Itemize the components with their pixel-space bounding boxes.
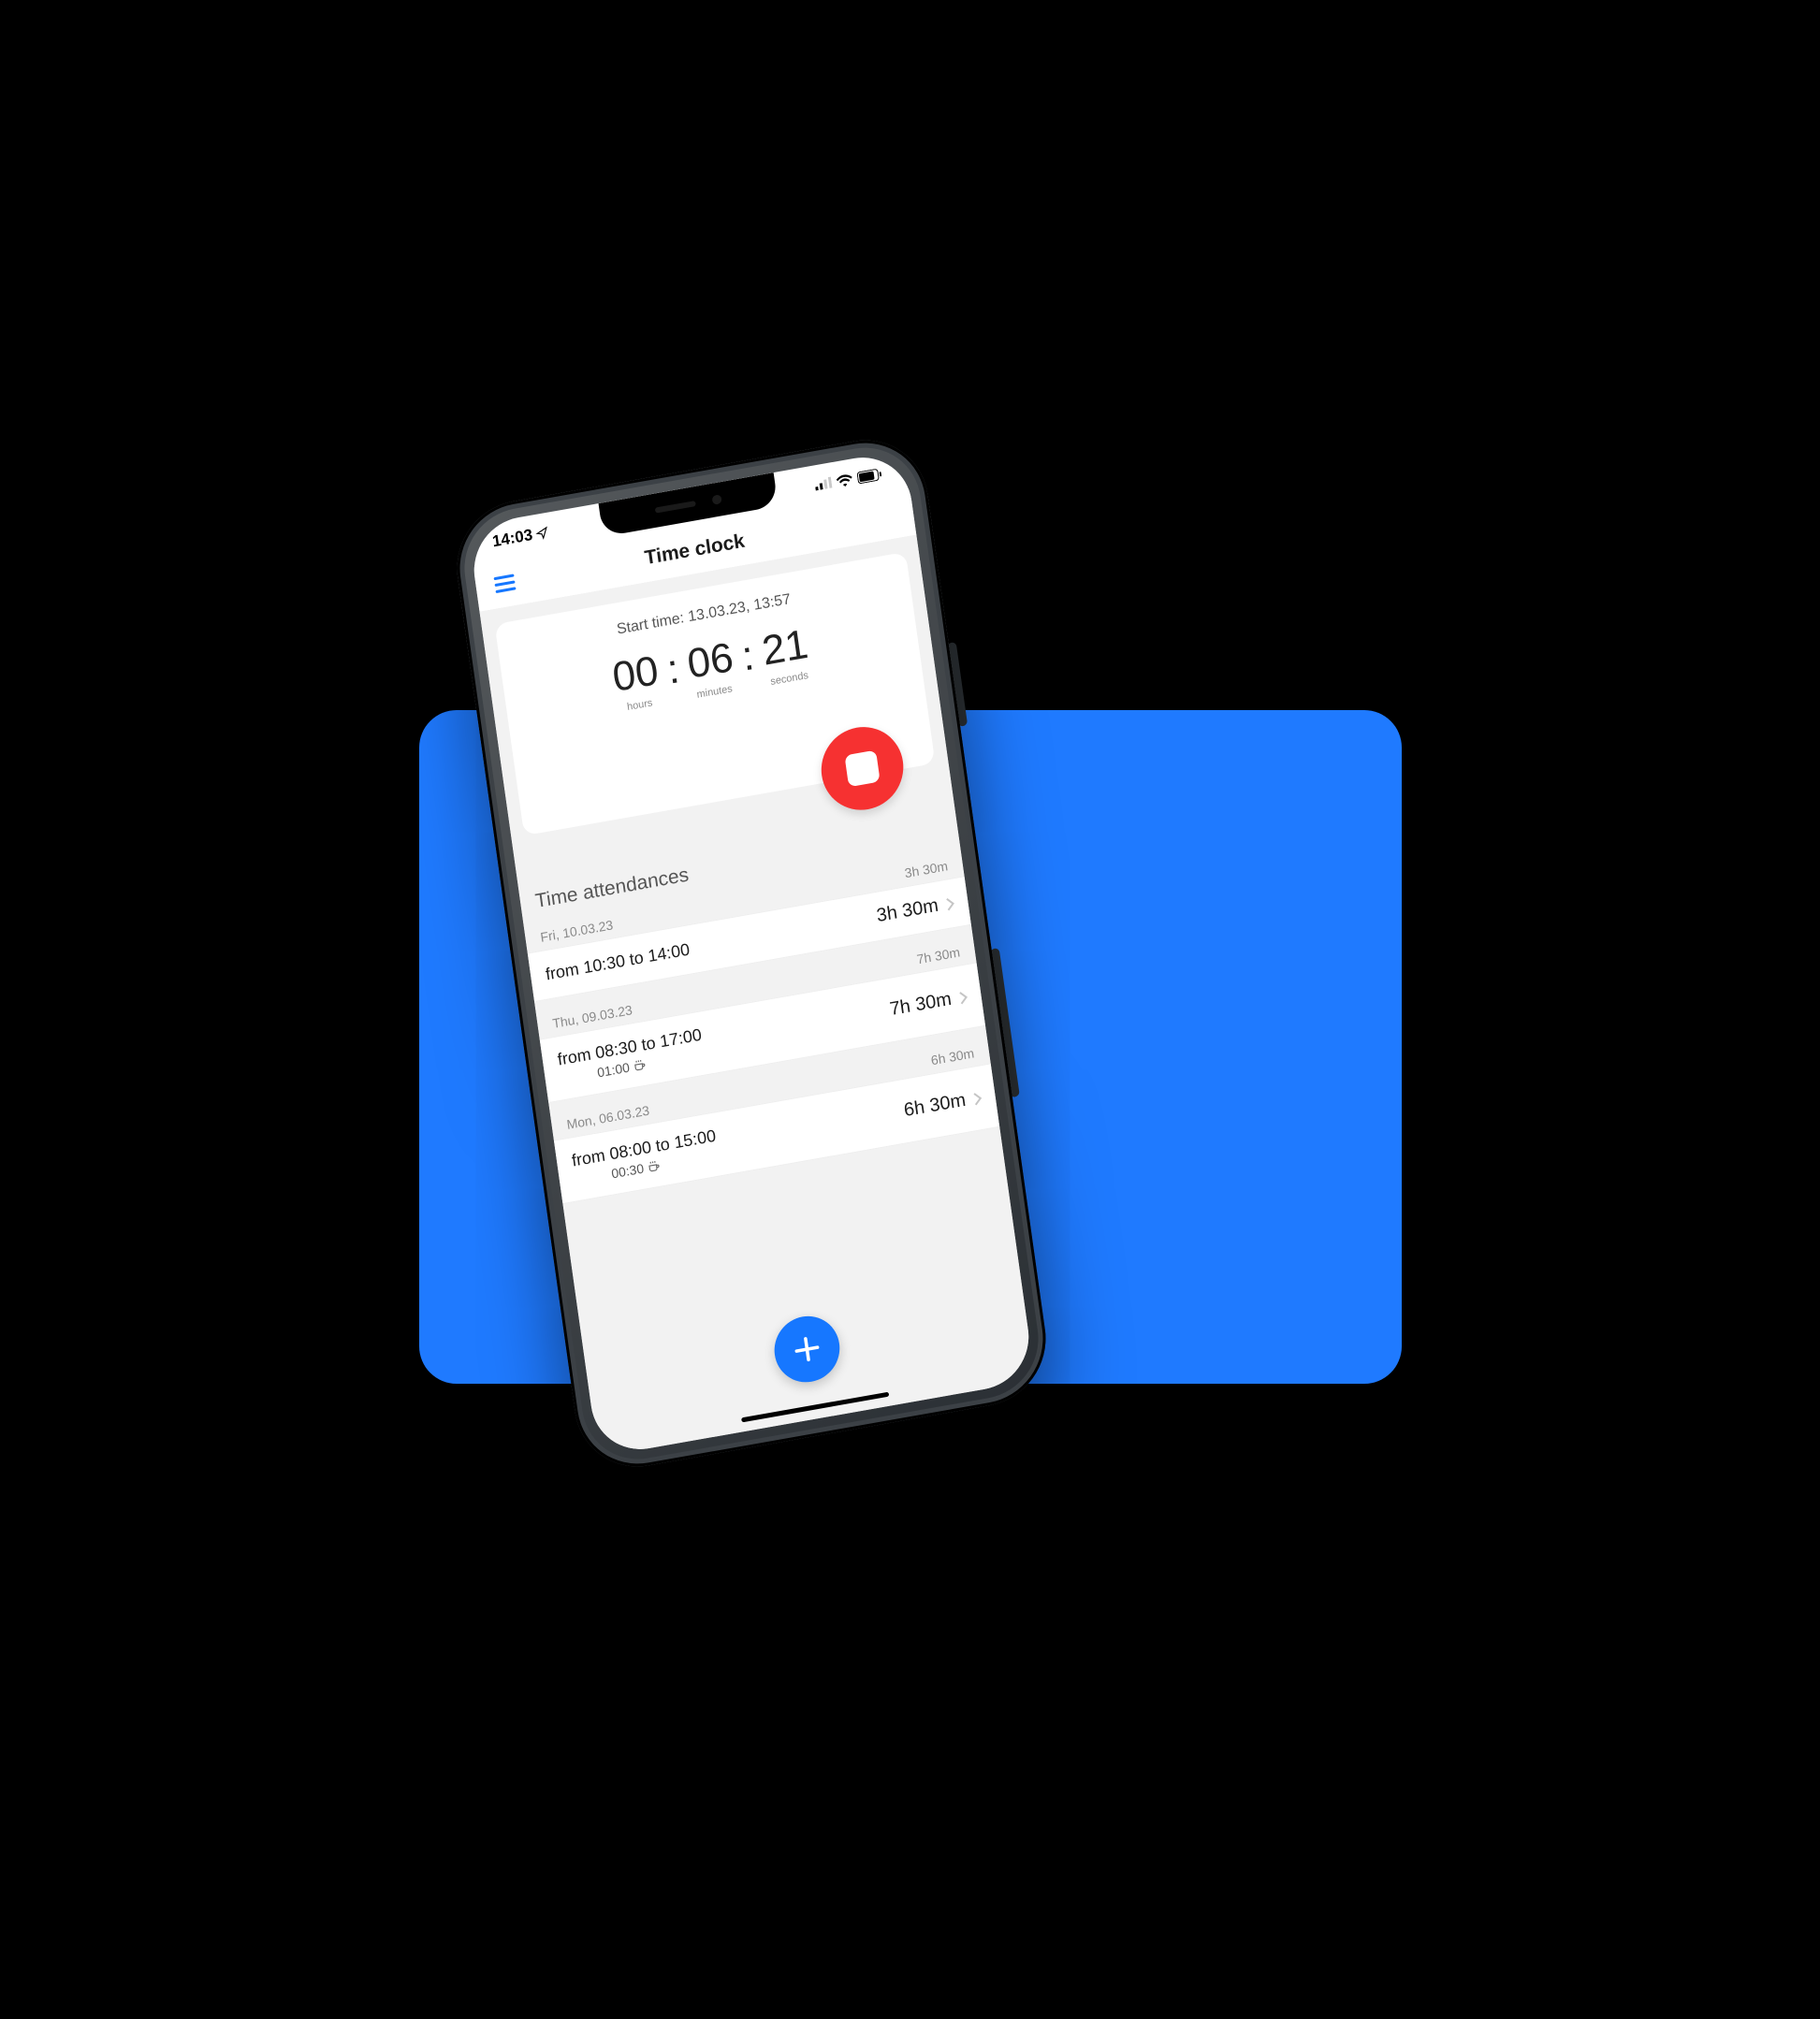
location-icon <box>535 526 550 541</box>
screen-content: Start time: 13.03.23, 13:57 00 hours : 0… <box>479 535 1035 1458</box>
day-total: 7h 30m <box>915 944 960 966</box>
attendance-duration: 7h 30m <box>888 989 953 1021</box>
chevron-right-icon <box>944 895 955 912</box>
day-total: 3h 30m <box>903 858 948 880</box>
attendance-duration: 3h 30m <box>875 895 939 927</box>
hamburger-icon <box>493 574 514 580</box>
attendance-range: from 10:30 to 14:00 <box>544 940 691 985</box>
timer-hours: 00 hours <box>609 647 662 715</box>
coffee-icon <box>632 1057 647 1072</box>
wifi-icon <box>835 472 853 487</box>
status-time: 14:03 <box>490 526 533 551</box>
battery-icon <box>856 468 881 484</box>
coffee-icon <box>646 1158 661 1173</box>
home-indicator <box>741 1392 889 1423</box>
stop-button[interactable] <box>816 720 909 816</box>
chevron-right-icon <box>957 989 968 1006</box>
add-attendance-button[interactable] <box>770 1311 844 1387</box>
menu-button[interactable] <box>487 567 522 600</box>
day-total: 6h 30m <box>929 1045 974 1068</box>
chevron-right-icon <box>971 1090 983 1107</box>
signal-icon <box>814 477 832 491</box>
timer-minutes: 06 minutes <box>684 634 737 702</box>
stop-icon <box>844 750 880 788</box>
attendance-duration: 6h 30m <box>902 1090 967 1122</box>
page-title: Time clock <box>643 530 746 571</box>
plus-icon <box>789 1330 824 1368</box>
timer-seconds: 21 seconds <box>759 621 812 689</box>
marketing-stage: 14:03 Time clock <box>363 486 1458 1533</box>
